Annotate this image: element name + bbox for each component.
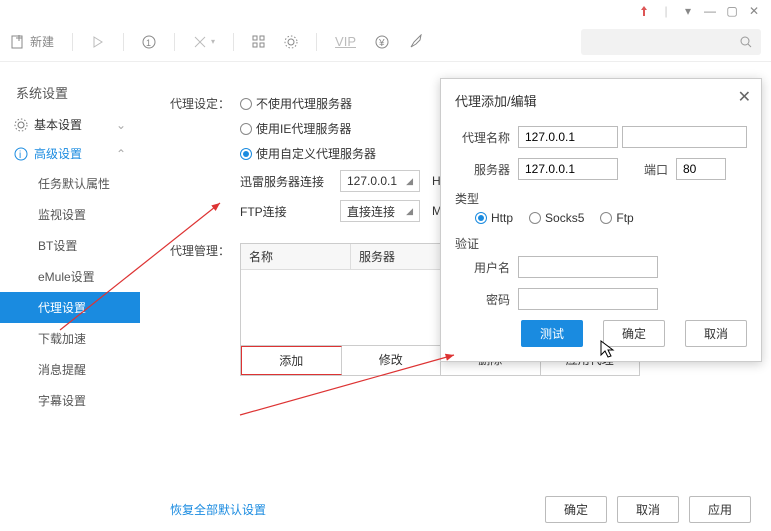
type-section-label: 类型 — [455, 190, 747, 207]
sidebar-item-task[interactable]: 任务默认属性 — [0, 168, 140, 199]
sidebar-item-notify[interactable]: 消息提醒 — [0, 354, 140, 385]
search-input[interactable] — [581, 29, 761, 55]
radio-custom-proxy[interactable]: 使用自定义代理服务器 — [240, 145, 376, 162]
play-icon[interactable] — [91, 35, 105, 49]
gear-icon — [14, 118, 28, 132]
server-label: 服务器 — [455, 161, 510, 178]
sidebar-advanced[interactable]: i 高级设置 ⌃ — [0, 139, 140, 168]
radio-ftp[interactable]: Ftp — [600, 211, 633, 225]
svg-text:1: 1 — [146, 38, 151, 48]
divider: | — [659, 4, 673, 18]
username-input[interactable] — [518, 256, 658, 278]
chevron-down-icon: ⌄ — [116, 118, 126, 132]
chevron-up-icon: ⌃ — [116, 147, 126, 161]
sidebar-item-subtitle[interactable]: 字幕设置 — [0, 385, 140, 416]
toolbar: 新建 1 ▾ VIP ¥ — [0, 22, 771, 62]
port-input[interactable] — [676, 158, 726, 180]
new-label: 新建 — [30, 33, 54, 50]
sidebar-item-bt[interactable]: BT设置 — [0, 230, 140, 261]
radio-custom-proxy-label: 使用自定义代理服务器 — [256, 145, 376, 162]
apply-button[interactable]: 应用 — [689, 496, 751, 523]
dropdown-icon[interactable]: ▾ — [681, 4, 695, 18]
xl-conn-value: 127.0.0.1 — [347, 174, 397, 188]
grid-icon[interactable] — [252, 35, 266, 49]
radio-socks5-label: Socks5 — [545, 211, 584, 225]
app-menu-icon[interactable] — [637, 4, 651, 18]
radio-http-label: Http — [491, 211, 513, 225]
radio-ftp-label: Ftp — [616, 211, 633, 225]
radio-ie-proxy-label: 使用IE代理服务器 — [256, 120, 351, 137]
dialog-title: 代理添加/编辑 — [455, 91, 747, 110]
priority-icon[interactable]: 1 — [142, 35, 156, 49]
search-icon[interactable] — [739, 35, 753, 49]
radio-no-proxy[interactable]: 不使用代理服务器 — [240, 95, 352, 112]
sidebar-item-accel[interactable]: 下载加速 — [0, 323, 140, 354]
svg-text:i: i — [19, 150, 21, 161]
sidebar-item-monitor[interactable]: 监视设置 — [0, 199, 140, 230]
radio-no-proxy-label: 不使用代理服务器 — [256, 95, 352, 112]
auth-section-label: 验证 — [455, 235, 747, 252]
restore-defaults-link[interactable]: 恢复全部默认设置 — [170, 501, 266, 518]
info-icon: i — [14, 147, 28, 161]
sidebar: 系统设置 基本设置 ⌄ i 高级设置 ⌃ 任务默认属性 监视设置 BT设置 eM… — [0, 75, 140, 416]
ftp-conn-select[interactable]: 直接连接 ◢ — [340, 200, 420, 222]
ftp-conn-value: 直接连接 — [347, 203, 395, 220]
sidebar-basic-label: 基本设置 — [34, 116, 82, 133]
divider — [316, 33, 317, 51]
proxy-manage-label: 代理管理： — [170, 242, 240, 259]
col-name[interactable]: 名称 — [241, 244, 351, 269]
chevron-down-icon: ◢ — [406, 176, 413, 187]
proxy-name-label: 代理名称 — [455, 129, 510, 146]
xl-conn-select[interactable]: 127.0.0.1 ◢ — [340, 170, 420, 192]
username-label: 用户名 — [455, 259, 510, 276]
dialog-close-icon[interactable]: ✕ — [738, 87, 751, 107]
sidebar-item-emule[interactable]: eMule设置 — [0, 261, 140, 292]
server-input[interactable] — [518, 158, 618, 180]
gear-icon[interactable] — [284, 35, 298, 49]
coin-icon[interactable]: ¥ — [374, 34, 390, 50]
radio-http[interactable]: Http — [475, 211, 513, 225]
test-button[interactable]: 测试 — [521, 320, 583, 347]
divider — [123, 33, 124, 51]
proxy-name-input[interactable] — [518, 126, 618, 148]
divider — [174, 33, 175, 51]
cancel-button[interactable]: 取消 — [617, 496, 679, 523]
svg-text:¥: ¥ — [378, 38, 385, 49]
minimize-icon[interactable]: — — [703, 4, 717, 18]
chevron-down-icon: ◢ — [406, 206, 413, 217]
xl-conn-label: 迅雷服务器连接 — [240, 173, 340, 190]
sidebar-item-proxy[interactable]: 代理设置 — [0, 292, 140, 323]
divider — [72, 33, 73, 51]
edit-button[interactable]: 修改 — [342, 346, 442, 375]
rocket-icon[interactable] — [408, 34, 424, 50]
vip-icon[interactable]: VIP — [335, 34, 356, 49]
radio-socks5[interactable]: Socks5 — [529, 211, 584, 225]
close-icon[interactable]: ✕ — [747, 4, 761, 18]
new-button[interactable]: 新建 — [10, 33, 54, 50]
add-button[interactable]: 添加 — [241, 346, 342, 375]
password-label: 密码 — [455, 291, 510, 308]
proxy-setting-label: 代理设定： — [170, 95, 240, 112]
divider — [233, 33, 234, 51]
dialog-ok-button[interactable]: 确定 — [603, 320, 665, 347]
maximize-icon[interactable]: ▢ — [725, 4, 739, 18]
port-label: 端口 — [628, 161, 668, 178]
ftp-conn-label: FTP连接 — [240, 203, 340, 220]
proxy-name-extra-input[interactable] — [622, 126, 747, 148]
sidebar-basic[interactable]: 基本设置 ⌄ — [0, 110, 140, 139]
ok-button[interactable]: 确定 — [545, 496, 607, 523]
radio-ie-proxy[interactable]: 使用IE代理服务器 — [240, 120, 351, 137]
sidebar-title: 系统设置 — [0, 75, 140, 110]
proxy-edit-dialog: ✕ 代理添加/编辑 代理名称 服务器 端口 类型 Http Socks5 Ftp… — [440, 78, 762, 362]
dialog-cancel-button[interactable]: 取消 — [685, 320, 747, 347]
password-input[interactable] — [518, 288, 658, 310]
delete-icon[interactable]: ▾ — [193, 35, 215, 49]
sidebar-advanced-label: 高级设置 — [34, 145, 82, 162]
